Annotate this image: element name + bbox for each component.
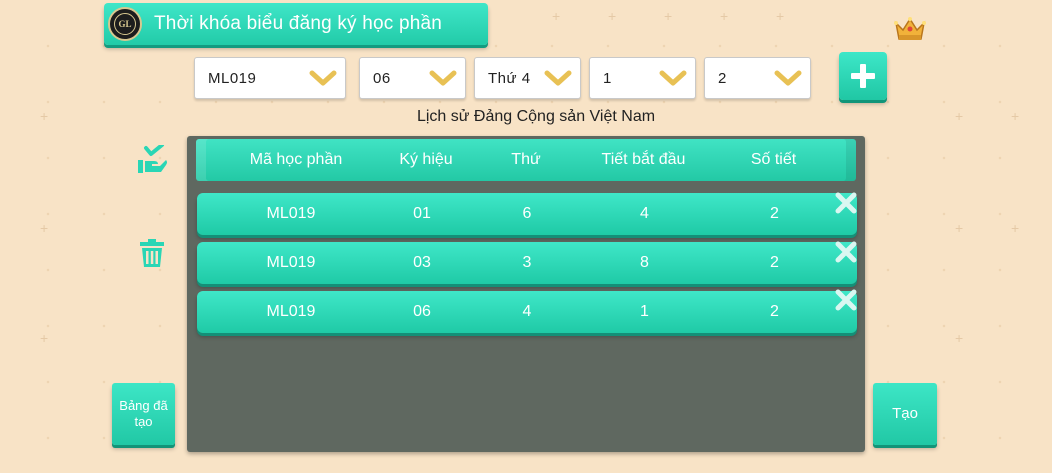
chevron-down-icon (429, 70, 457, 86)
cell-period-count: 2 (770, 303, 779, 320)
cell-day: 6 (522, 205, 532, 222)
cell-day: 4 (522, 303, 532, 320)
app-logo: GL (108, 7, 142, 41)
class-code-value: 06 (373, 69, 391, 87)
cell-class-code: 03 (413, 254, 431, 271)
close-icon[interactable] (834, 288, 858, 312)
title-bar: GL Thời khóa biểu đăng ký học phần (104, 3, 488, 45)
cell-period-count: 2 (770, 205, 779, 222)
plus-icon (851, 64, 875, 88)
hand-check-icon[interactable] (136, 145, 168, 175)
create-label: Tạo (892, 405, 918, 422)
close-icon[interactable] (834, 191, 858, 215)
chevron-down-icon (774, 70, 802, 86)
column-header-class-code: Ký hiệu (399, 151, 453, 168)
chevron-down-icon (544, 70, 572, 86)
table-row[interactable]: ML019 03 3 8 2 (197, 242, 857, 284)
course-code-select[interactable]: ML019 (194, 57, 346, 99)
cell-day: 3 (522, 254, 532, 271)
create-button[interactable]: Tạo (873, 383, 937, 445)
table-row[interactable]: ML019 06 4 1 2 (197, 291, 857, 333)
logo-text: GL (114, 13, 136, 35)
chevron-down-icon (309, 70, 337, 86)
close-icon[interactable] (834, 240, 858, 264)
add-button[interactable] (839, 52, 887, 100)
cell-start-period: 1 (640, 303, 649, 320)
column-header-start-period: Tiết bắt đầu (601, 151, 686, 168)
cell-course-code: ML019 (266, 254, 316, 271)
cell-start-period: 4 (640, 205, 649, 222)
period-count-value: 2 (718, 69, 727, 87)
cell-class-code: 06 (413, 303, 431, 320)
period-count-select[interactable]: 2 (704, 57, 811, 99)
start-period-value: 1 (603, 69, 612, 87)
table-header: Mã học phần Ký hiệu Thứ Tiết bắt đầu Số … (196, 139, 856, 181)
cell-start-period: 8 (640, 254, 649, 271)
chevron-down-icon (659, 70, 687, 86)
page-title: Thời khóa biểu đăng ký học phần (154, 13, 443, 34)
start-period-select[interactable]: 1 (589, 57, 696, 99)
column-header-period-count: Số tiết (750, 151, 797, 168)
created-tables-label: Bảng đã tạo (119, 398, 168, 429)
course-code-value: ML019 (208, 69, 257, 87)
class-code-select[interactable]: 06 (359, 57, 466, 99)
day-value: Thứ 4 (488, 69, 531, 87)
cell-course-code: ML019 (266, 205, 316, 222)
crown-icon[interactable] (893, 15, 927, 43)
cell-class-code: 01 (413, 205, 431, 222)
trash-icon[interactable] (138, 238, 166, 268)
cell-course-code: ML019 (266, 303, 316, 320)
column-header-course-code: Mã học phần (249, 151, 343, 168)
table-row[interactable]: ML019 01 6 4 2 (197, 193, 857, 235)
created-tables-button[interactable]: Bảng đã tạo (112, 383, 175, 445)
course-name: Lịch sử Đảng Cộng sản Việt Nam (416, 108, 656, 125)
cell-period-count: 2 (770, 254, 779, 271)
day-select[interactable]: Thứ 4 (474, 57, 581, 99)
column-header-day: Thứ (511, 151, 541, 168)
